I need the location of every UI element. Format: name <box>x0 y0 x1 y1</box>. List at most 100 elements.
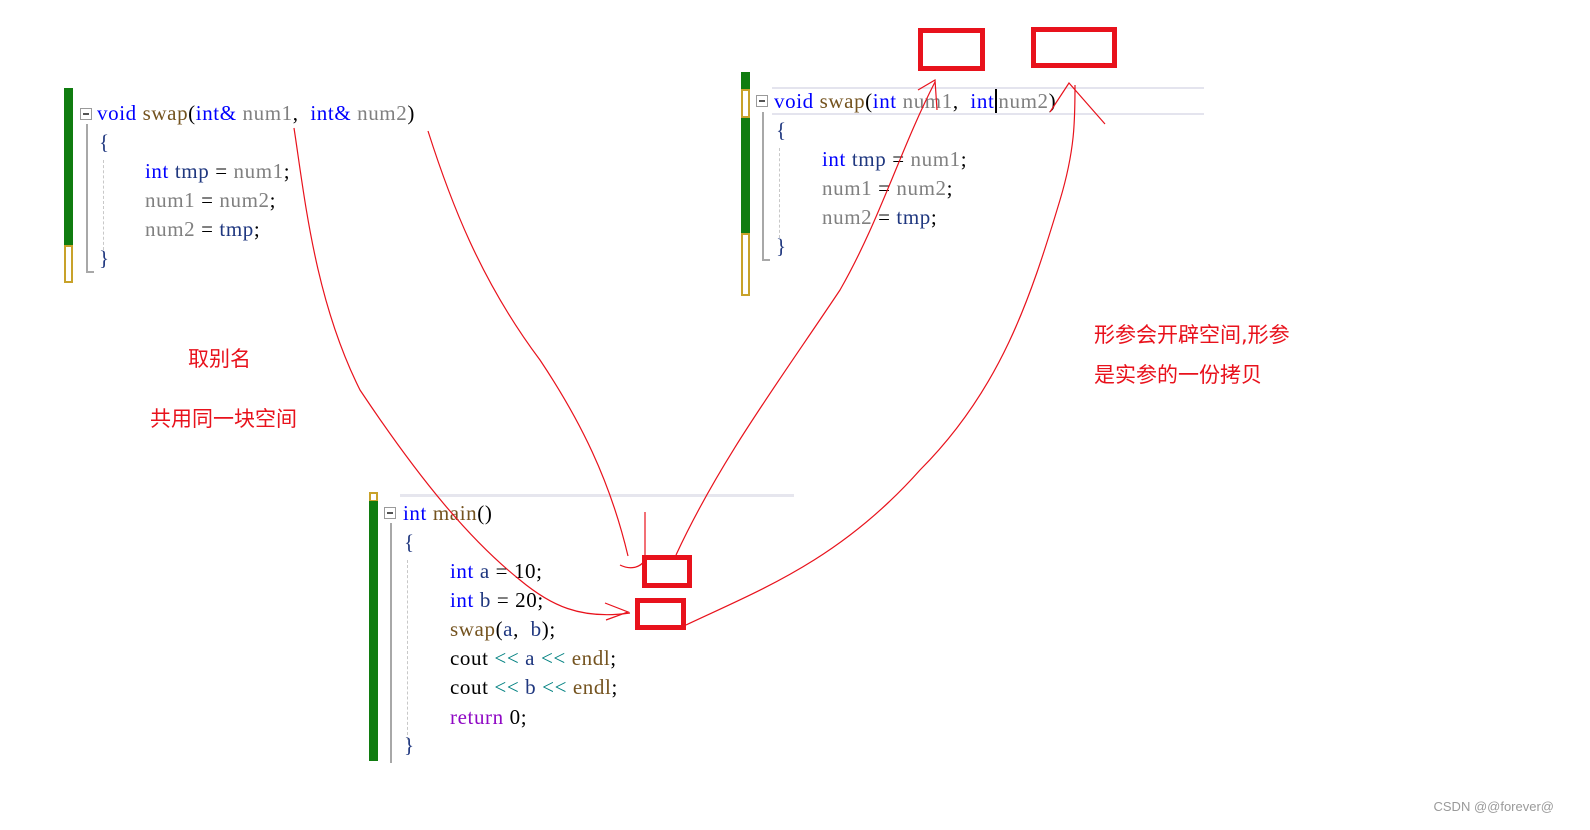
keyword: int <box>450 588 474 612</box>
local-var: tmp <box>174 159 210 183</box>
open-brace: { <box>99 130 110 154</box>
collapse-toggle-icon[interactable] <box>756 95 768 107</box>
close-brace: } <box>99 246 110 270</box>
code-line: num1 = num2; <box>822 174 953 203</box>
semicolon: ; <box>269 188 277 212</box>
code-line: num2 = tmp; <box>822 203 937 232</box>
change-bar-saved <box>741 72 750 90</box>
function-signature: int main() <box>403 499 492 528</box>
local-var: b <box>479 588 491 612</box>
code-line-decl-a: int a = 10; <box>450 557 543 586</box>
stream-operator: << <box>494 646 520 670</box>
endl: endl <box>572 675 612 699</box>
semicolon: ; <box>253 217 261 241</box>
semicolon: ; <box>930 205 938 229</box>
fold-guide-line <box>762 112 764 260</box>
semicolon: ; <box>536 559 543 583</box>
collapse-toggle-icon[interactable] <box>384 507 396 519</box>
note-value-desc-line2: 是实参的一份拷贝 <box>1094 363 1262 387</box>
operator: = <box>496 588 510 612</box>
semicolon: ; <box>520 705 528 729</box>
control-keyword: return <box>450 705 504 729</box>
keyword: int <box>145 159 169 183</box>
change-bar-unsaved <box>741 89 750 118</box>
operator: = <box>201 217 214 241</box>
param-name: num2 <box>357 101 408 125</box>
keyword: int <box>822 147 846 171</box>
stream-object: cout <box>450 675 489 699</box>
code-line-call: swap(a, b); <box>450 615 556 644</box>
paren: ( <box>865 89 873 113</box>
param-name: num2 <box>998 89 1049 113</box>
collapse-toggle-icon[interactable] <box>80 108 92 120</box>
code-line: int tmp = num1; <box>822 145 967 174</box>
indent-guide <box>103 160 104 250</box>
param-ref: num1 <box>822 176 873 200</box>
close-brace: } <box>776 234 787 258</box>
code-line-return: return 0; <box>450 703 527 732</box>
param-name: num1 <box>902 89 953 113</box>
comma: , <box>513 617 519 641</box>
keyword: int <box>450 559 474 583</box>
change-bar-saved <box>741 118 750 234</box>
memory-box-b <box>635 598 686 630</box>
local-var: a <box>479 559 490 583</box>
param-name: num1 <box>242 101 293 125</box>
code-line-decl-b: int b = 20; <box>450 586 544 615</box>
paren: ) <box>1048 89 1057 113</box>
code-line: num1 = num2; <box>145 186 276 215</box>
change-bar-saved <box>369 501 378 761</box>
watermark: CSDN @@forever@ <box>1433 799 1555 814</box>
number-literal: 10 <box>513 559 537 583</box>
comma: , <box>292 101 299 125</box>
endl: endl <box>571 646 611 670</box>
code-line: int tmp = num1; <box>145 157 290 186</box>
operator: = <box>215 159 228 183</box>
param-type: int <box>970 89 995 113</box>
arrow-num2-to-b <box>427 130 629 557</box>
open-brace: { <box>404 530 415 554</box>
argument: a <box>503 617 514 641</box>
note-value-desc-line1: 形参会开辟空间,形参 <box>1094 323 1290 347</box>
semicolon: ; <box>283 159 291 183</box>
function-name: swap <box>819 89 866 113</box>
change-bar-saved <box>64 88 73 246</box>
function-signature: void swap(int& num1, int& num2) <box>97 99 415 128</box>
param-type: int& <box>195 101 237 125</box>
change-bar-unsaved <box>64 245 73 283</box>
fold-guide-end <box>762 259 770 261</box>
param-ref: num2 <box>822 205 873 229</box>
code-line: num2 = tmp; <box>145 215 260 244</box>
param-type: int <box>872 89 897 113</box>
local-var: b <box>525 675 537 699</box>
paren: ( <box>188 101 196 125</box>
open-brace: { <box>776 118 787 142</box>
local-var: a <box>525 646 536 670</box>
stream-operator: << <box>540 646 566 670</box>
note-reference-title: 取别名 <box>188 347 251 371</box>
param-ref: num1 <box>145 188 196 212</box>
return-type: void <box>774 89 814 113</box>
function-call: swap <box>450 617 496 641</box>
return-type: void <box>97 101 137 125</box>
stream-operator: << <box>542 675 568 699</box>
param-ref: num1 <box>910 147 961 171</box>
local-var: tmp <box>219 217 254 241</box>
memory-box-a <box>642 555 692 588</box>
arrowhead-a <box>604 602 630 621</box>
function-name: swap <box>142 101 189 125</box>
operator: = <box>892 147 905 171</box>
param-type: int& <box>310 101 352 125</box>
param-ref: num2 <box>896 176 947 200</box>
close-brace: } <box>404 733 415 757</box>
fold-guide-end <box>86 271 94 273</box>
code-line-cout-b: cout << b << endl; <box>450 673 618 702</box>
number-literal: 0 <box>509 705 521 729</box>
indent-guide <box>779 148 780 238</box>
fold-guide-line <box>390 523 392 763</box>
function-signature: void swap(int num1, int num2) <box>774 87 1056 116</box>
local-var: tmp <box>896 205 931 229</box>
paren: ) <box>407 101 415 125</box>
function-name: main <box>432 501 478 525</box>
stream-object: cout <box>450 646 489 670</box>
